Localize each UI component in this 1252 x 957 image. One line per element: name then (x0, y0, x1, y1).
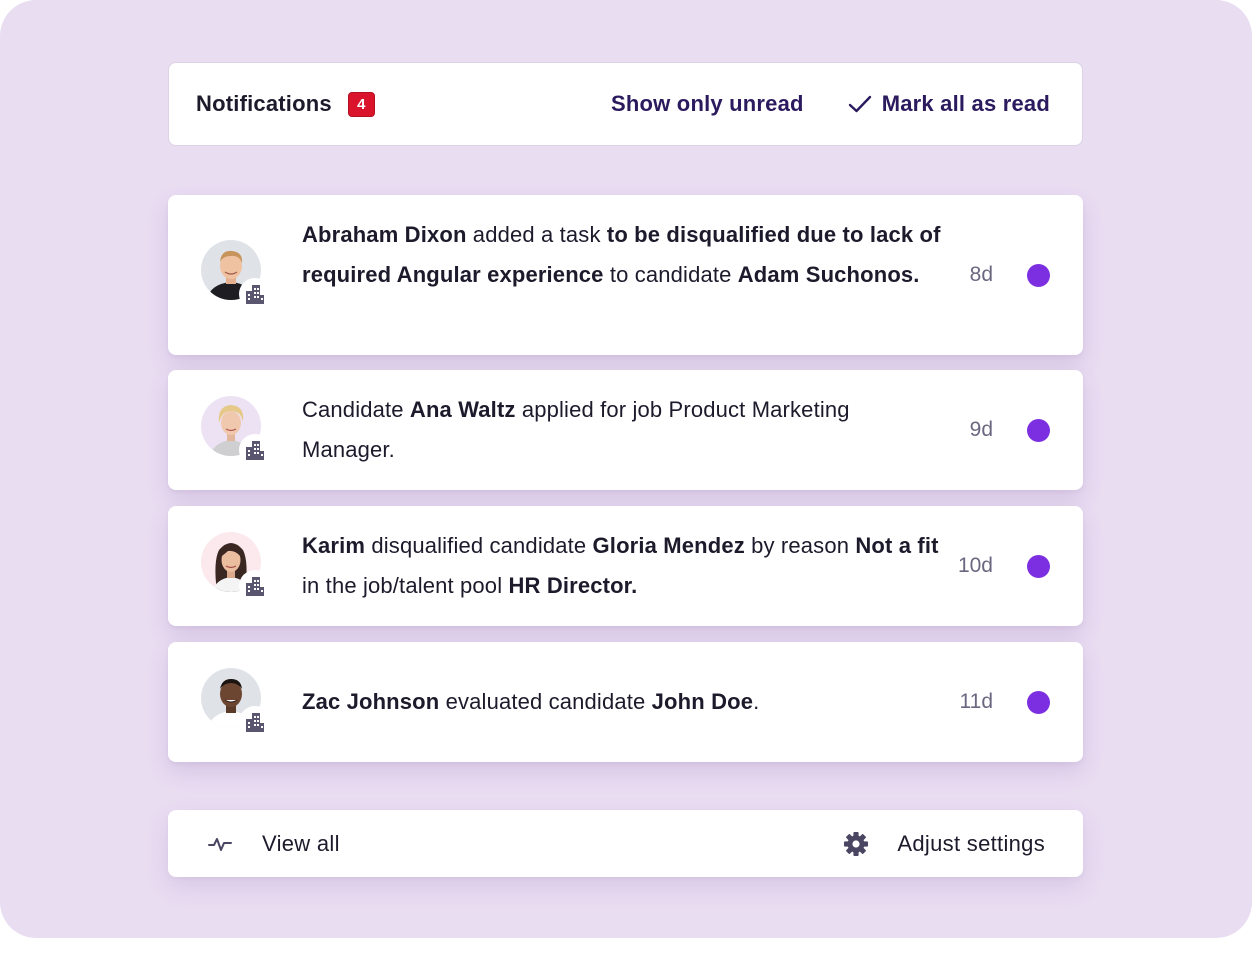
unread-count-badge: 4 (347, 91, 375, 117)
message-text: added a task (466, 222, 607, 247)
unread-dot[interactable] (1027, 691, 1050, 714)
view-all-link[interactable]: View all (208, 831, 340, 857)
notification-time: 8d (969, 263, 993, 286)
job-name[interactable]: HR Director. (509, 573, 638, 598)
notification-time: 10d (957, 554, 993, 577)
candidate-name[interactable]: Ana Waltz (410, 397, 516, 422)
gear-icon (843, 831, 869, 857)
view-all-label: View all (262, 830, 340, 856)
notification-message: Abraham Dixon added a task to be disqual… (302, 215, 942, 295)
avatar (201, 668, 271, 738)
notifications-footer: View all Adjust settings (168, 810, 1083, 877)
mark-all-read-button[interactable]: Mark all as read (848, 91, 1050, 117)
notification-message: Karim disqualified candidate Gloria Mend… (302, 526, 942, 606)
show-only-unread-button[interactable]: Show only unread (611, 91, 804, 117)
candidate-name[interactable]: John Doe (652, 689, 753, 714)
actor-name[interactable]: Zac Johnson (302, 689, 439, 714)
notification-item[interactable]: Candidate Ana Waltz applied for job Prod… (168, 370, 1083, 490)
notification-time: 9d (969, 418, 993, 441)
notification-message: Zac Johnson evaluated candidate John Doe… (302, 682, 942, 722)
candidate-name[interactable]: Adam Suchonos. (738, 262, 920, 287)
message-text: disqualified candidate (365, 533, 593, 558)
message-text: to candidate (603, 262, 738, 287)
actor-name[interactable]: Abraham Dixon (302, 222, 467, 247)
reason: Not a fit (855, 533, 939, 558)
unread-dot[interactable] (1027, 419, 1050, 442)
message-text: . (753, 689, 760, 714)
check-icon (848, 94, 872, 114)
notification-time: 11d (959, 690, 993, 713)
message-text: evaluated candidate (439, 689, 652, 714)
avatar (201, 532, 271, 602)
notification-item[interactable]: Zac Johnson evaluated candidate John Doe… (168, 642, 1083, 762)
notifications-header: Notifications 4 Show only unread Mark al… (168, 62, 1083, 146)
notification-message: Candidate Ana Waltz applied for job Prod… (302, 390, 942, 470)
building-icon (239, 570, 271, 602)
activity-icon (208, 836, 232, 852)
notification-item[interactable]: Abraham Dixon added a task to be disqual… (168, 195, 1083, 355)
building-icon (239, 706, 271, 738)
message-text: Candidate (302, 397, 410, 422)
building-icon (239, 278, 271, 310)
adjust-settings-link[interactable]: Adjust settings (843, 831, 1045, 857)
adjust-settings-label: Adjust settings (897, 830, 1045, 856)
actor-name[interactable]: Karim (302, 533, 365, 558)
notifications-title: Notifications (196, 91, 332, 116)
building-icon (239, 434, 271, 466)
message-text: by reason (744, 533, 856, 558)
avatar (201, 240, 271, 310)
candidate-name[interactable]: Gloria Mendez (593, 533, 745, 558)
mark-all-read-label: Mark all as read (881, 91, 1050, 116)
notification-item[interactable]: Karim disqualified candidate Gloria Mend… (168, 506, 1083, 626)
message-text: in the job/talent pool (302, 573, 509, 598)
unread-dot[interactable] (1027, 555, 1050, 578)
unread-dot[interactable] (1027, 264, 1050, 287)
avatar (201, 396, 271, 466)
